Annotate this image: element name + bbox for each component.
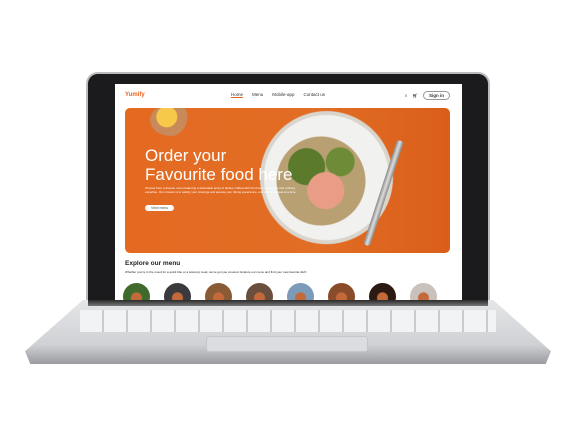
sign-in-button[interactable]: Sign in bbox=[423, 91, 450, 100]
menu-category-item[interactable] bbox=[287, 283, 314, 300]
keyboard bbox=[80, 310, 496, 332]
nav-menu[interactable]: Menu bbox=[252, 92, 263, 98]
menu-category-item[interactable] bbox=[205, 283, 232, 300]
trackpad bbox=[206, 336, 368, 352]
menu-category-item[interactable] bbox=[164, 283, 191, 300]
logo[interactable]: Yumify bbox=[125, 92, 145, 98]
menu-categories bbox=[123, 283, 437, 300]
search-icon[interactable]: ⌕ bbox=[405, 93, 408, 98]
menu-category-item[interactable] bbox=[410, 283, 437, 300]
nav-home[interactable]: Home bbox=[231, 92, 244, 98]
laptop-screen: Yumify Home Menu Mobile-app Contact us ⌕… bbox=[115, 84, 462, 300]
menu-category-item[interactable] bbox=[328, 283, 355, 300]
nav-mobile-app[interactable]: Mobile-app bbox=[272, 92, 294, 98]
menu-category-item[interactable] bbox=[369, 283, 396, 300]
fork-image bbox=[363, 139, 404, 247]
menu-category-item[interactable] bbox=[246, 283, 273, 300]
view-menu-button[interactable]: View menu bbox=[145, 205, 175, 211]
basket-icon[interactable]: 🛒︎ bbox=[412, 93, 418, 99]
hero-banner: Order your Favourite food here Choose fro… bbox=[125, 108, 450, 253]
hero-title: Order your Favourite food here bbox=[145, 146, 293, 184]
explore-title: Explore our menu bbox=[125, 260, 181, 267]
laptop-hinge bbox=[88, 300, 488, 306]
menu-category-item[interactable] bbox=[123, 283, 150, 300]
navbar: Yumify Home Menu Mobile-app Contact us ⌕… bbox=[115, 84, 462, 106]
hero-description: Choose from a diverse menu featuring a d… bbox=[145, 186, 297, 194]
explore-subtitle: Whether you're in the mood for a quick b… bbox=[125, 270, 307, 274]
lemon-image bbox=[150, 108, 192, 136]
nav-contact[interactable]: Contact us bbox=[304, 92, 326, 98]
